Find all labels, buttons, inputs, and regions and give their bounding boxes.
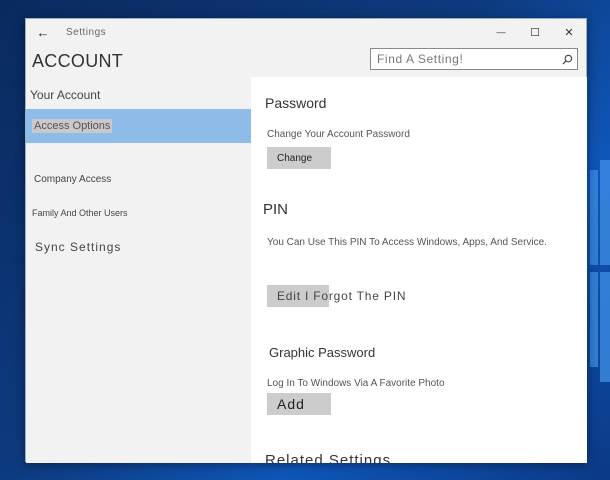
sidebar: Your Account Access Options Company Acce… <box>26 77 251 463</box>
sidebar-item-sync-settings[interactable]: Sync Settings <box>26 237 251 257</box>
search-icon[interactable] <box>557 49 577 69</box>
window-title: Settings <box>66 26 107 38</box>
sidebar-item-label: Your Account <box>30 88 101 102</box>
sidebar-item-label: Family And Other Users <box>32 208 128 218</box>
password-description: Change Your Account Password <box>267 129 410 140</box>
sidebar-item-label: Sync Settings <box>35 240 122 254</box>
page-title: ACCOUNT <box>32 50 124 71</box>
desktop-wallpaper-pane <box>600 160 610 265</box>
pin-edit-forgot-button[interactable]: Edit I Forgot The PIN <box>267 285 405 307</box>
window-controls: — ☐ ✕ <box>484 19 586 45</box>
sidebar-item-label: Access Options <box>32 119 113 133</box>
maximize-button[interactable]: ☐ <box>518 19 552 45</box>
graphic-password-description: Log In To Windows Via A Favorite Photo <box>267 378 445 389</box>
minimize-button[interactable]: — <box>484 19 518 45</box>
title-bar: ← Settings — ☐ ✕ <box>26 19 586 45</box>
back-button[interactable]: ← <box>26 19 60 45</box>
close-button[interactable]: ✕ <box>552 19 586 45</box>
settings-window: ← Settings — ☐ ✕ ACCOUNT Find A Setting!… <box>25 18 587 463</box>
search-box[interactable] <box>370 48 578 70</box>
desktop-wallpaper-pane <box>590 272 598 367</box>
main-content: Password Change Your Account Password Ch… <box>251 77 587 463</box>
page-header: ACCOUNT <box>26 45 586 77</box>
close-icon: ✕ <box>564 26 574 39</box>
maximize-icon: ☐ <box>530 26 540 39</box>
search-input[interactable] <box>371 49 557 69</box>
graphic-password-section-title: Graphic Password <box>269 345 376 360</box>
change-password-button[interactable]: Change <box>267 147 331 169</box>
sidebar-item-your-account[interactable]: Your Account <box>26 85 251 105</box>
desktop-wallpaper-pane <box>590 170 598 265</box>
back-arrow-icon: ← <box>36 24 50 40</box>
minimize-icon: — <box>496 27 506 37</box>
sidebar-item-company-access[interactable]: Company Access <box>26 170 251 188</box>
desktop-wallpaper-pane <box>600 272 610 382</box>
related-settings-title: Related Settings <box>265 452 392 463</box>
sidebar-item-label: Company Access <box>34 173 112 185</box>
password-section-title: Password <box>265 95 327 111</box>
pin-section-title: PIN <box>263 201 289 218</box>
sidebar-item-family-users[interactable]: Family And Other Users <box>26 205 251 221</box>
add-graphic-password-button[interactable]: Add <box>267 393 331 415</box>
sidebar-item-access-options[interactable]: Access Options <box>26 109 251 143</box>
pin-description: You Can Use This PIN To Access Windows, … <box>267 237 547 248</box>
